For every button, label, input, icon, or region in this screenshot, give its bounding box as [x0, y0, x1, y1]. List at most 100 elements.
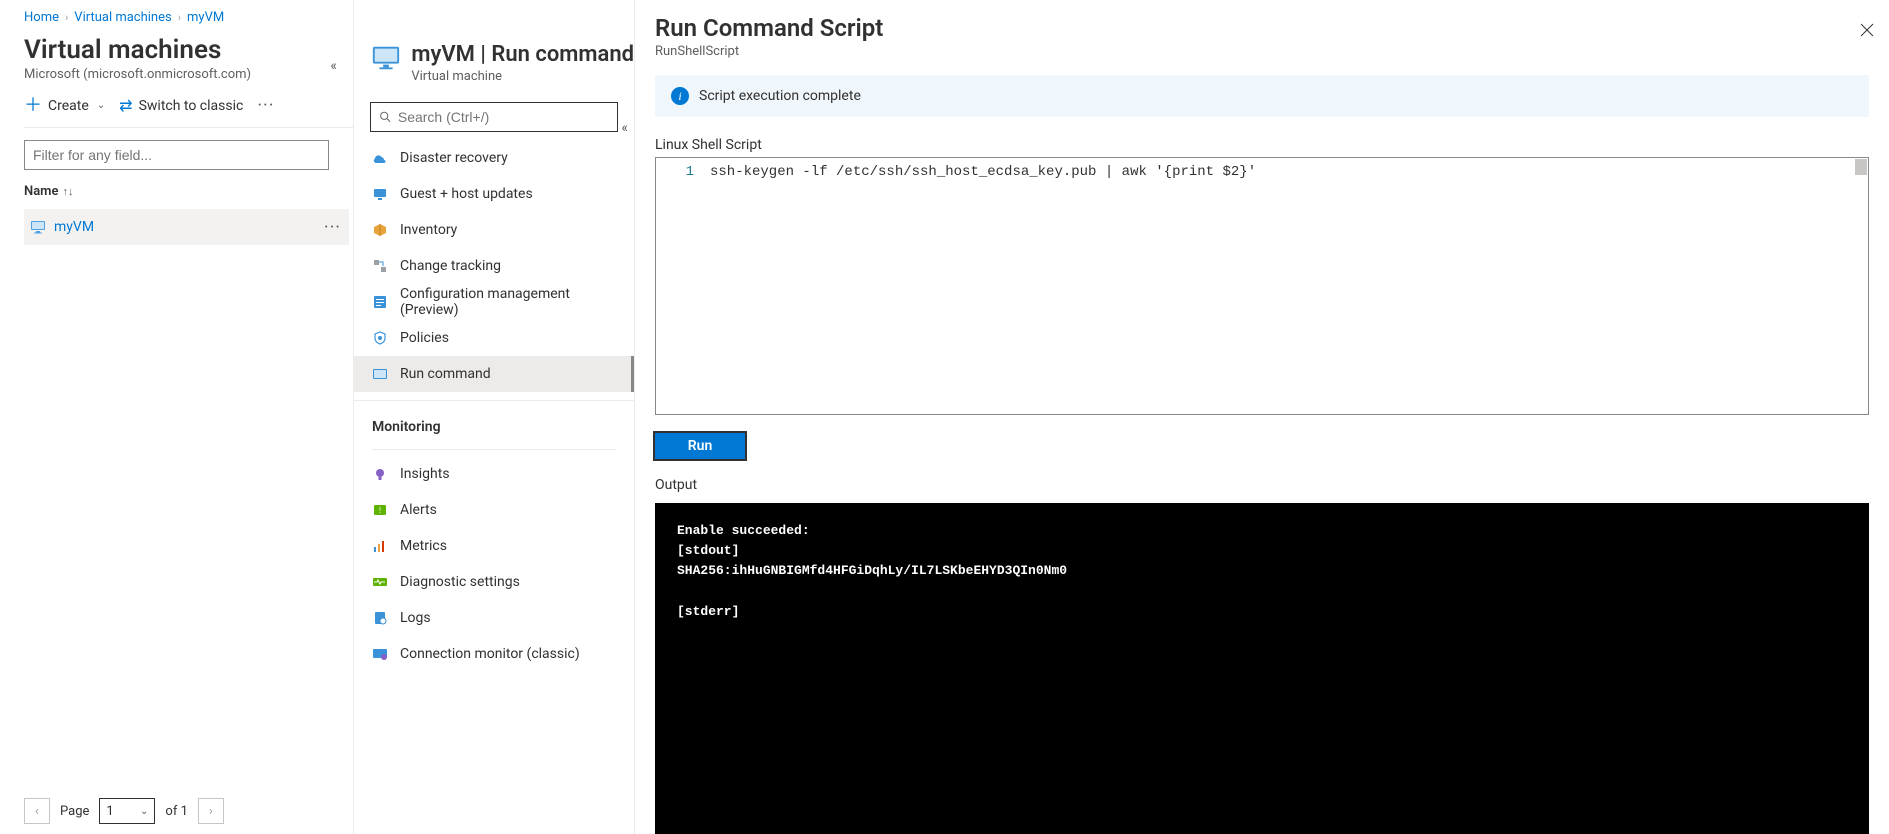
scrollbar-thumb[interactable] [1855, 159, 1867, 175]
command-bar: ＋ Create ⌄ ⇄ Switch to classic ··· [24, 96, 353, 128]
vm-icon [370, 42, 401, 74]
run-button[interactable]: Run [655, 433, 745, 459]
track-icon [372, 258, 388, 274]
column-header-label: Name [24, 184, 58, 199]
info-icon: i [671, 87, 689, 105]
filter-field[interactable] [24, 140, 329, 170]
blade-title: myVM | Run command [411, 42, 634, 67]
menu-item-label: Run command [400, 366, 491, 382]
menu-search-input[interactable] [398, 109, 609, 125]
menu-item-label: Guest + host updates [400, 186, 533, 202]
alert-icon: ! [372, 502, 388, 518]
menu-item-label: Disaster recovery [400, 150, 508, 166]
next-page-button[interactable]: › [198, 798, 224, 824]
menu-item-label: Alerts [400, 502, 437, 518]
create-label: Create [48, 98, 89, 114]
swap-icon: ⇄ [119, 96, 132, 115]
operations-menu: Disaster recovery Guest + host updates I… [354, 140, 634, 672]
column-header-name[interactable]: Name ↑↓ [24, 174, 353, 209]
pager: ‹ Page 1 ⌄ of 1 › [24, 798, 224, 824]
menu-item-config-mgmt[interactable]: Configuration management (Preview) [354, 284, 634, 320]
cloud-icon [372, 150, 388, 166]
collapse-menu-icon[interactable]: « [621, 120, 628, 136]
output-label: Output [655, 477, 1869, 493]
close-icon [1859, 22, 1875, 38]
menu-search[interactable] [370, 102, 618, 132]
script-code[interactable]: ssh-keygen -lf /etc/ssh/ssh_host_ecdsa_k… [704, 158, 1868, 414]
menu-item-policies[interactable]: Policies [354, 320, 634, 356]
menu-item-label: Policies [400, 330, 449, 346]
vm-list-pane: Home › Virtual machines › myVM Virtual m… [0, 0, 353, 834]
tenant-subtitle: Microsoft (microsoft.onmicrosoft.com) [24, 67, 353, 82]
breadcrumb-home[interactable]: Home [24, 10, 59, 25]
menu-item-label: Inventory [400, 222, 457, 238]
script-editor[interactable]: 1 ssh-keygen -lf /etc/ssh/ssh_host_ecdsa… [655, 157, 1869, 415]
box-icon [372, 222, 388, 238]
filter-input[interactable] [33, 147, 320, 163]
panel-title: Run Command Script [655, 14, 1869, 42]
menu-item-inventory[interactable]: Inventory [354, 212, 634, 248]
vm-name: myVM [54, 219, 324, 235]
terminal-icon [372, 366, 388, 382]
list-icon [372, 294, 388, 310]
vm-icon [30, 219, 46, 235]
close-button[interactable] [1859, 22, 1875, 42]
banner-text: Script execution complete [699, 88, 861, 104]
switch-classic-button[interactable]: ⇄ Switch to classic [119, 96, 243, 115]
breadcrumb: Home › Virtual machines › myVM [24, 10, 353, 25]
shield-icon [372, 330, 388, 346]
more-button[interactable]: ··· [257, 97, 274, 115]
menu-item-run-command[interactable]: Run command [354, 356, 634, 392]
menu-item-alerts[interactable]: ! Alerts [354, 492, 634, 528]
menu-item-diagnostic[interactable]: Diagnostic settings [354, 564, 634, 600]
menu-item-label: Change tracking [400, 258, 501, 274]
menu-item-change-tracking[interactable]: Change tracking [354, 248, 634, 284]
sort-asc-icon: ↑↓ [62, 185, 73, 198]
menu-item-guest-updates[interactable]: Guest + host updates [354, 176, 634, 212]
chevron-right-icon: › [178, 11, 181, 24]
search-icon [379, 110, 392, 124]
update-icon [372, 186, 388, 202]
prev-page-button[interactable]: ‹ [24, 798, 50, 824]
page-number: 1 [106, 804, 113, 819]
page-title: Virtual machines [24, 35, 353, 65]
menu-item-connection-monitor[interactable]: Connection monitor (classic) [354, 636, 634, 672]
menu-item-insights[interactable]: Insights [354, 456, 634, 492]
switch-label: Switch to classic [139, 98, 244, 114]
vm-menu-pane: myVM | Run command Virtual machine « Dis… [353, 0, 634, 834]
create-button[interactable]: ＋ Create ⌄ [24, 97, 105, 115]
blade-subtitle: Virtual machine [411, 69, 634, 84]
monitor-icon [372, 646, 388, 662]
menu-item-label: Logs [400, 610, 431, 626]
status-banner: i Script execution complete [655, 75, 1869, 117]
chevron-down-icon: ⌄ [140, 806, 148, 817]
bulb-icon [372, 466, 388, 482]
chevron-down-icon: ⌄ [97, 100, 105, 111]
chart-icon [372, 538, 388, 554]
script-label: Linux Shell Script [655, 137, 1869, 153]
breadcrumb-vms[interactable]: Virtual machines [74, 10, 171, 25]
chevron-right-icon: › [65, 11, 68, 24]
menu-item-disaster-recovery[interactable]: Disaster recovery [354, 140, 634, 176]
menu-item-logs[interactable]: Logs [354, 600, 634, 636]
run-command-panel: Run Command Script RunShellScript i Scri… [634, 0, 1889, 834]
menu-item-label: Metrics [400, 538, 447, 554]
logs-icon [372, 610, 388, 626]
svg-text:!: ! [379, 506, 381, 515]
menu-item-metrics[interactable]: Metrics [354, 528, 634, 564]
section-monitoring: Monitoring [354, 400, 634, 443]
menu-item-label: Insights [400, 466, 450, 482]
menu-item-label: Configuration management (Preview) [400, 286, 620, 318]
output-console: Enable succeeded: [stdout] SHA256:ihHuGN… [655, 503, 1869, 834]
breadcrumb-vm[interactable]: myVM [187, 10, 224, 25]
wave-icon [372, 574, 388, 590]
page-select[interactable]: 1 ⌄ [99, 798, 155, 824]
menu-item-label: Connection monitor (classic) [400, 646, 580, 662]
collapse-pane-icon[interactable]: « [330, 58, 337, 74]
plus-icon: ＋ [24, 97, 42, 115]
row-more-button[interactable]: ··· [324, 217, 341, 238]
line-gutter: 1 [656, 158, 704, 414]
vm-row[interactable]: myVM ··· [24, 209, 349, 245]
page-label: Page [60, 804, 89, 819]
menu-item-label: Diagnostic settings [400, 574, 520, 590]
